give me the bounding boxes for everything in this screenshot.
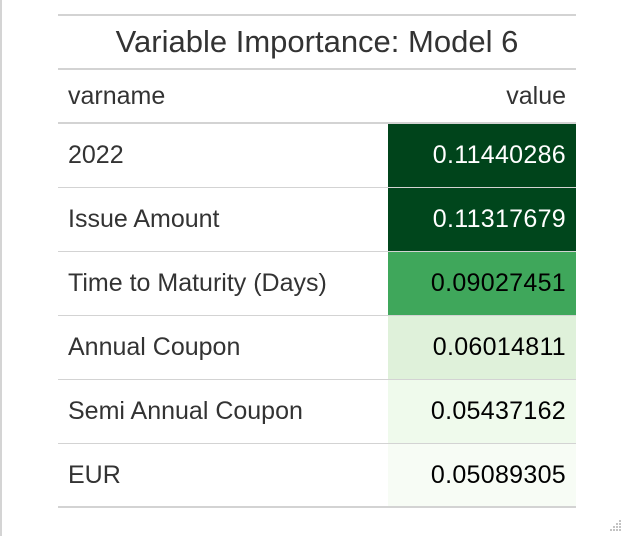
table-row: EUR 0.05089305 [58, 444, 576, 508]
table-row: Annual Coupon 0.06014811 [58, 316, 576, 380]
column-header-value: value [506, 81, 566, 110]
window-left-border [0, 0, 2, 536]
cell-value: 0.11440286 [388, 124, 576, 187]
table-row: 2022 0.11440286 [58, 124, 576, 188]
cell-varname: Semi Annual Coupon [68, 397, 303, 425]
table-header-row: varname value [58, 70, 576, 124]
cell-value: 0.06014811 [388, 316, 576, 379]
variable-importance-table: Variable Importance: Model 6 varname val… [58, 14, 576, 508]
cell-varname: Annual Coupon [68, 333, 241, 361]
cell-varname: 2022 [68, 141, 124, 169]
table-row: Time to Maturity (Days) 0.09027451 [58, 252, 576, 316]
cell-value: 0.05089305 [388, 444, 576, 506]
table-row: Issue Amount 0.11317679 [58, 188, 576, 252]
cell-value: 0.09027451 [388, 252, 576, 315]
resize-grip-icon[interactable] [608, 518, 622, 532]
cell-varname: Issue Amount [68, 205, 220, 233]
cell-value: 0.05437162 [388, 380, 576, 443]
cell-varname: Time to Maturity (Days) [68, 269, 327, 297]
table-row: Semi Annual Coupon 0.05437162 [58, 380, 576, 444]
cell-value: 0.11317679 [388, 188, 576, 251]
cell-varname: EUR [68, 460, 121, 489]
column-header-varname: varname [68, 81, 166, 110]
table-title: Variable Importance: Model 6 [58, 14, 576, 70]
